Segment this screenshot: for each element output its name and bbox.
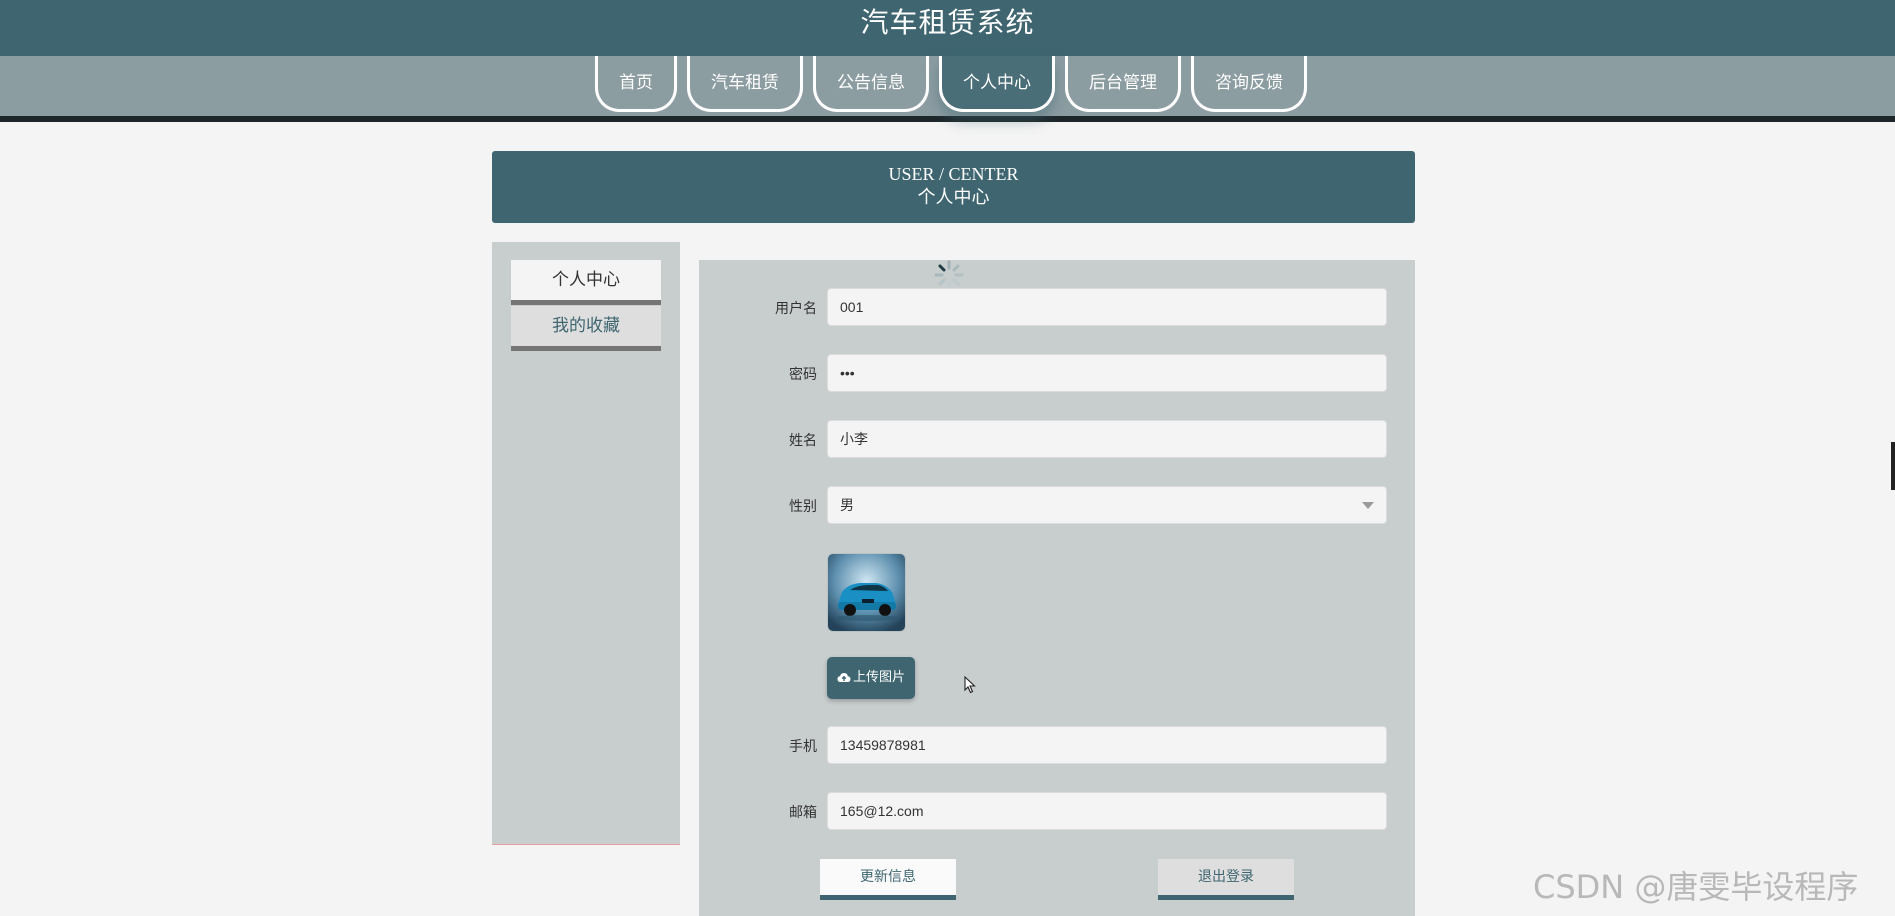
main-nav: 首页 汽车租赁 公告信息 个人中心 后台管理 咨询反馈 <box>595 56 1307 112</box>
upload-image-label: 上传图片 <box>852 670 905 685</box>
nav-item-admin[interactable]: 后台管理 <box>1065 56 1181 112</box>
phone-input[interactable]: 13459878981 <box>827 726 1387 764</box>
loading-spinner-icon <box>934 260 964 290</box>
name-label: 姓名 <box>789 433 817 449</box>
email-label: 邮箱 <box>789 805 817 821</box>
logout-button[interactable]: 退出登录 <box>1158 859 1294 900</box>
page-banner: USER / CENTER 个人中心 <box>492 151 1415 223</box>
nav-item-car-rental[interactable]: 汽车租赁 <box>687 56 803 112</box>
username-label: 用户名 <box>775 301 817 317</box>
car-photo-icon <box>828 554 905 631</box>
gender-label: 性别 <box>789 499 817 515</box>
nav-item-user-center[interactable]: 个人中心 <box>939 56 1055 112</box>
sidebar-item-favorites[interactable]: 我的收藏 <box>511 306 661 351</box>
password-label: 密码 <box>789 367 817 383</box>
name-input[interactable]: 小李 <box>827 420 1387 458</box>
nav-item-feedback[interactable]: 咨询反馈 <box>1191 56 1307 112</box>
nav-item-announcements[interactable]: 公告信息 <box>813 56 929 112</box>
gender-select[interactable]: 男 <box>827 486 1387 524</box>
banner-title-cn: 个人中心 <box>917 187 990 208</box>
upload-image-button[interactable]: 上传图片 <box>827 657 915 699</box>
window-edge-handle <box>1891 442 1895 490</box>
avatar-image <box>827 553 906 632</box>
caret-down-icon <box>1362 502 1374 509</box>
nav-item-home[interactable]: 首页 <box>595 56 677 112</box>
password-input[interactable]: ••• <box>827 354 1387 392</box>
cloud-upload-icon <box>837 672 851 682</box>
sidebar: 个人中心 我的收藏 <box>492 242 680 845</box>
email-input[interactable]: 165@12.com <box>827 792 1387 830</box>
mouse-cursor-icon <box>964 676 976 694</box>
banner-title-en: USER / CENTER <box>888 164 1019 184</box>
phone-label: 手机 <box>789 739 817 755</box>
site-title: 汽车租赁系统 <box>0 0 1895 56</box>
gender-select-value: 男 <box>840 497 854 513</box>
update-info-button[interactable]: 更新信息 <box>820 859 956 900</box>
watermark-text: CSDN @唐雯毕设程序 <box>1533 868 1859 906</box>
username-input[interactable]: 001 <box>827 288 1387 326</box>
sidebar-item-user-center[interactable]: 个人中心 <box>511 260 661 305</box>
